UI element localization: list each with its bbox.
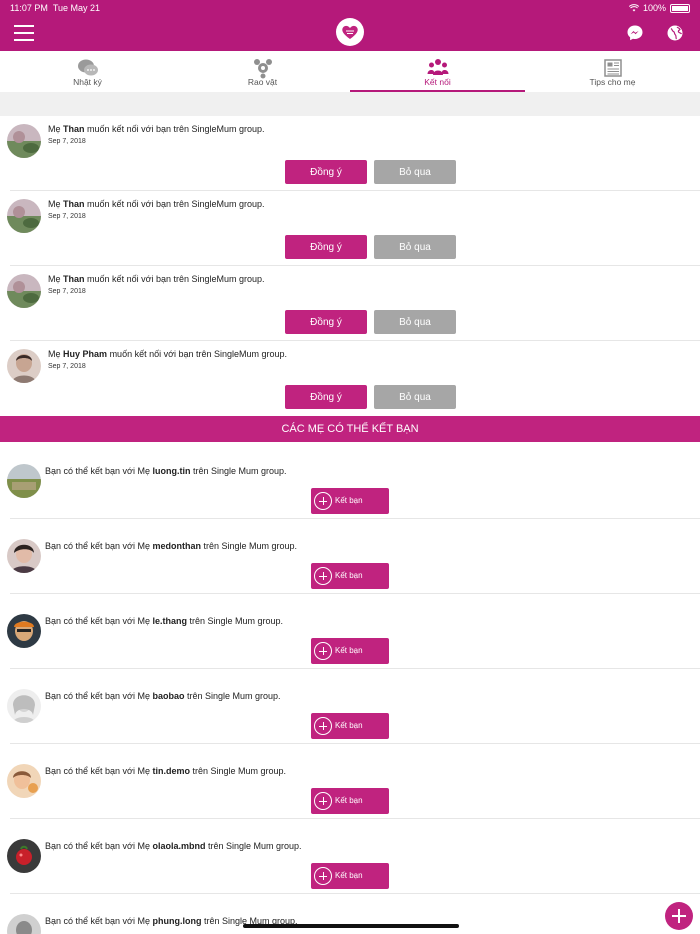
request-date: Sep 7, 2018 [48, 363, 86, 370]
plus-circle-icon [314, 717, 332, 735]
suggestion-row: Bạn có thể kết bạn với Mẹ luong.tin trên… [0, 444, 700, 519]
request-date: Sep 7, 2018 [48, 138, 86, 145]
tab-bar: Nhật ký Rao vật Kết nối Tips cho mẹ [0, 51, 700, 92]
share-nodes-icon [254, 59, 272, 79]
home-indicator [243, 924, 459, 928]
wifi-icon [628, 4, 639, 12]
avatar [7, 914, 41, 934]
menu-button[interactable] [14, 25, 34, 41]
add-friend-button[interactable]: Kết bạn [311, 488, 389, 514]
request-text: Mẹ Than muốn kết nối với bạn trên Single… [48, 274, 265, 284]
accept-button[interactable]: Đồng ý [285, 160, 367, 184]
add-friend-button[interactable]: Kết bạn [311, 713, 389, 739]
suggestions-header: CÁC MẸ CÓ THỂ KẾT BẠN [0, 416, 700, 442]
request-text: Mẹ Than muốn kết nối với bạn trên Single… [48, 124, 265, 134]
add-friend-button[interactable]: Kết bạn [311, 788, 389, 814]
add-friend-button[interactable]: Kết bạn [311, 563, 389, 589]
app-screen: 11:07 PM Tue May 21 100% Nhật ký Rao vật [0, 0, 700, 934]
suggestion-text: Bạn có thể kết bạn với Mẹ olaola.mbnd tr… [45, 841, 302, 851]
accept-button[interactable]: Đồng ý [285, 235, 367, 259]
nav-bar [0, 16, 700, 51]
user-name: medonthan [152, 541, 201, 551]
suggestion-row: Bạn có thể kết bạn với Mẹ phung.long trê… [0, 894, 700, 934]
battery-percent: 100% [642, 3, 666, 13]
suggestion-text: Bạn có thể kết bạn với Mẹ tin.demo trên … [45, 766, 287, 776]
request-text: Mẹ Than muốn kết nối với bạn trên Single… [48, 199, 265, 209]
plus-circle-icon [314, 492, 332, 510]
suggestion-row: Bạn có thể kết bạn với Mẹ baobao trên Si… [0, 669, 700, 744]
user-name: Than [63, 124, 85, 134]
user-name: Than [63, 199, 85, 209]
avatar [7, 614, 41, 648]
user-name: luong.tin [152, 466, 191, 476]
suggestion-row: Bạn có thể kết bạn với Mẹ olaola.mbnd tr… [0, 819, 700, 894]
group-icon [427, 59, 449, 75]
avatar [7, 689, 41, 723]
plus-circle-icon [314, 792, 332, 810]
suggestion-row: Bạn có thể kết bạn với Mẹ tin.demo trên … [0, 744, 700, 819]
accept-button[interactable]: Đồng ý [285, 385, 367, 409]
status-time: 11:07 PM Tue May 21 [10, 3, 101, 13]
plus-circle-icon [314, 567, 332, 585]
request-row: Mẹ Than muốn kết nối với bạn trên Single… [0, 191, 700, 266]
messenger-icon[interactable] [626, 24, 644, 42]
tab-rao-vat[interactable]: Rao vật [175, 51, 350, 92]
plus-circle-icon [314, 642, 332, 660]
avatar [7, 124, 41, 158]
tab-label: Kết nối [424, 77, 451, 87]
suggestion-text: Bạn có thể kết bạn với Mẹ baobao trên Si… [45, 691, 281, 701]
battery-icon [670, 3, 690, 13]
accept-button[interactable]: Đồng ý [285, 310, 367, 334]
user-name: tin.demo [152, 766, 190, 776]
user-name: Than [63, 274, 85, 284]
suggestion-text: Bạn có thể kết bạn với Mẹ luong.tin trên… [45, 466, 287, 476]
skip-button[interactable]: Bỏ qua [374, 310, 456, 334]
chat-bubbles-icon [78, 59, 98, 76]
suggestion-row: Bạn có thể kết bạn với Mẹ medonthan trên… [0, 519, 700, 594]
newspaper-icon [604, 59, 622, 77]
request-row: Mẹ Than muốn kết nối với bạn trên Single… [0, 266, 700, 341]
skip-button[interactable]: Bỏ qua [374, 235, 456, 259]
user-name: baobao [152, 691, 185, 701]
avatar [7, 764, 41, 798]
avatar [7, 839, 41, 873]
tab-label: Tips cho mẹ [589, 77, 636, 87]
avatar [7, 349, 41, 383]
avatar [7, 199, 41, 233]
status-right: 100% [628, 3, 690, 13]
request-date: Sep 7, 2018 [48, 213, 86, 220]
skip-button[interactable]: Bỏ qua [374, 385, 456, 409]
tab-ket-noi[interactable]: Kết nối [350, 51, 525, 92]
list-spacer [0, 92, 700, 116]
request-text: Mẹ Huy Pham muốn kết nối với bạn trên Si… [48, 349, 288, 359]
suggestion-text: Bạn có thể kết bạn với Mẹ le.thang trên … [45, 616, 284, 626]
request-date: Sep 7, 2018 [48, 288, 86, 295]
heart-logo-icon [336, 18, 364, 46]
skip-button[interactable]: Bỏ qua [374, 160, 456, 184]
user-name: olaola.mbnd [152, 841, 206, 851]
add-post-fab[interactable] [665, 902, 693, 930]
add-friend-button[interactable]: Kết bạn [311, 638, 389, 664]
suggestion-text: Bạn có thể kết bạn với Mẹ medonthan trên… [45, 541, 298, 551]
tab-label: Rao vật [247, 77, 278, 87]
avatar [7, 539, 41, 573]
tab-label: Nhật ký [73, 77, 102, 87]
avatar [7, 274, 41, 308]
request-row: Mẹ Than muốn kết nối với bạn trên Single… [0, 116, 700, 191]
request-row: Mẹ Huy Pham muốn kết nối với bạn trên Si… [0, 341, 700, 416]
tab-tips-cho-me[interactable]: Tips cho mẹ [525, 51, 700, 92]
tab-nhat-ky[interactable]: Nhật ký [0, 51, 175, 92]
status-bar: 11:07 PM Tue May 21 100% [0, 0, 700, 16]
suggestion-row: Bạn có thể kết bạn với Mẹ le.thang trên … [0, 594, 700, 669]
user-name: le.thang [152, 616, 187, 626]
avatar [7, 464, 41, 498]
user-name: Huy Pham [63, 349, 108, 359]
globe-icon[interactable] [666, 24, 684, 42]
plus-circle-icon [314, 867, 332, 885]
user-name: phung.long [152, 916, 202, 926]
add-friend-button[interactable]: Kết bạn [311, 863, 389, 889]
